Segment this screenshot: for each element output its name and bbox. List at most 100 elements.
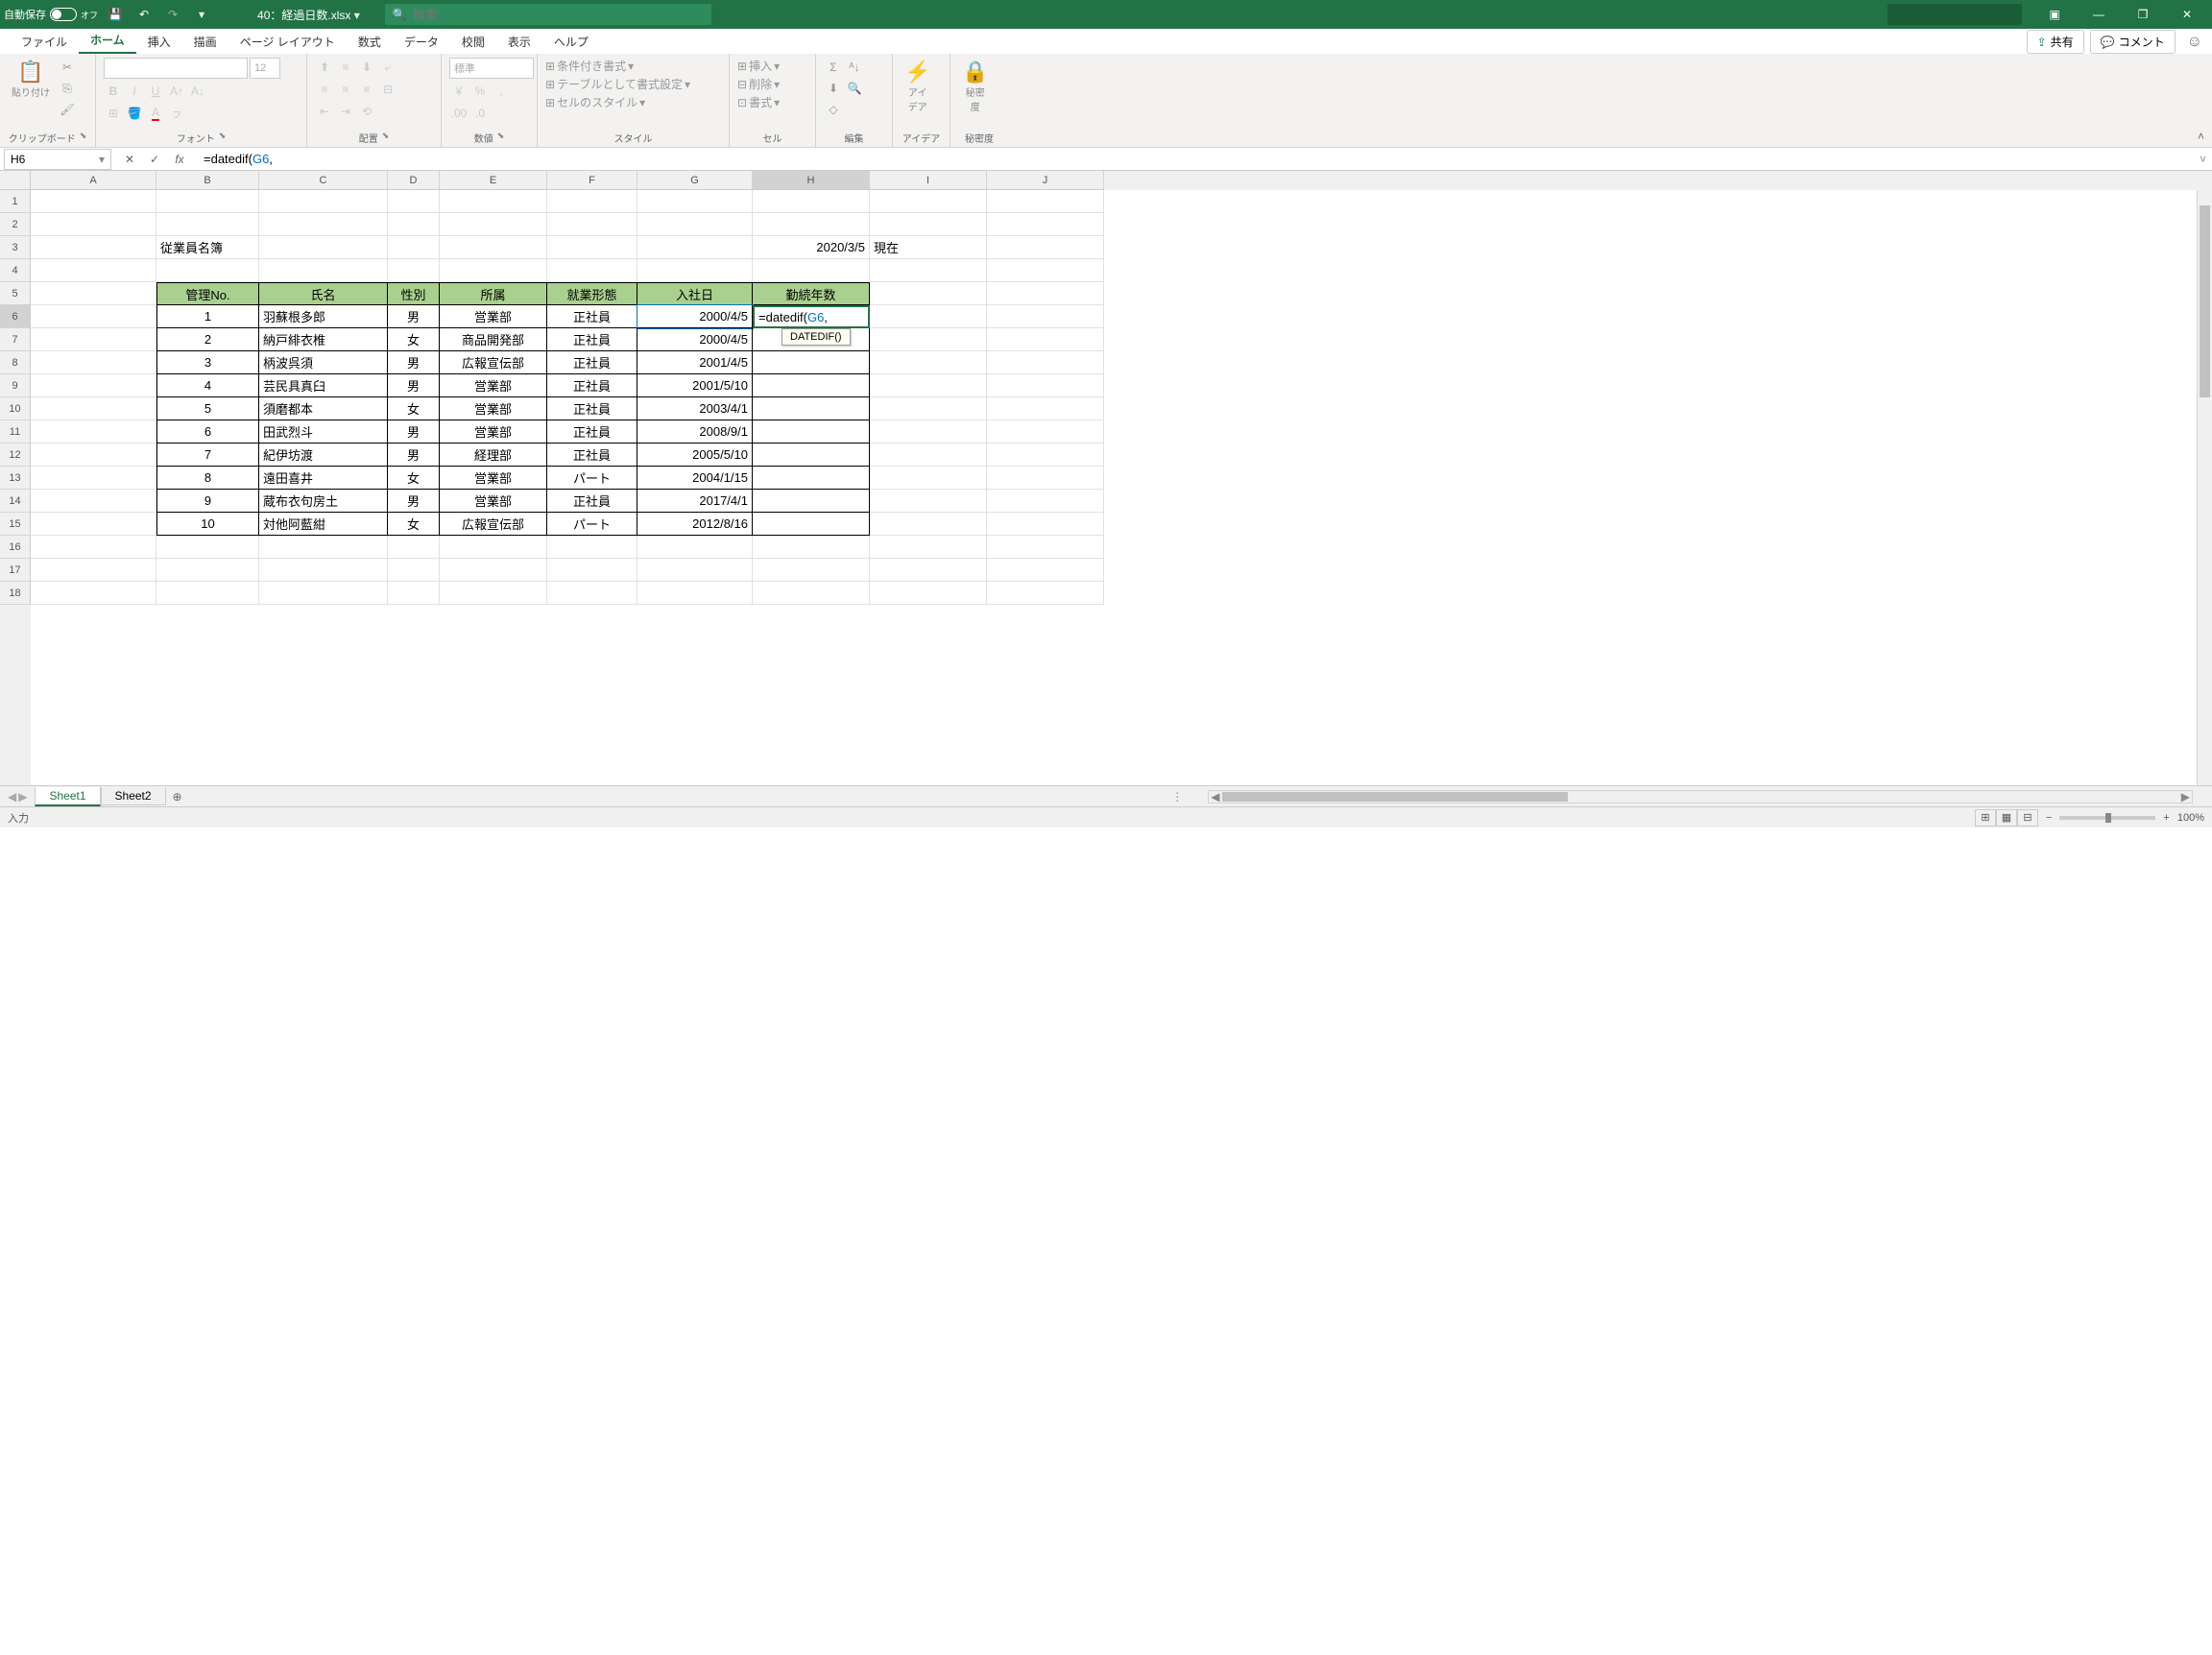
cell[interactable]: 2004/1/15 [637,467,753,490]
cell[interactable] [547,190,637,213]
cell[interactable]: 男 [388,374,440,397]
ribbon-display-icon[interactable]: ▣ [2033,0,2076,29]
cell[interactable]: 営業部 [440,467,547,490]
row-header-18[interactable]: 18 [0,582,31,605]
cell[interactable] [987,467,1104,490]
increase-indent-icon[interactable]: ⇥ [336,102,355,121]
cell[interactable] [753,374,870,397]
zoom-slider[interactable] [2059,816,2155,820]
cell[interactable]: 2000/4/5 [637,328,753,351]
italic-icon[interactable]: I [125,82,144,101]
cell[interactable] [753,582,870,605]
cell[interactable] [870,190,987,213]
cell[interactable] [31,213,156,236]
cell[interactable]: 9 [156,490,259,513]
cell[interactable] [753,351,870,374]
formula-cancel-icon[interactable]: ✕ [119,149,140,170]
fill-icon[interactable]: ⬇ [824,79,843,98]
find-icon[interactable]: 🔍 [845,79,864,98]
cell[interactable] [388,559,440,582]
cell[interactable] [870,259,987,282]
tab-file[interactable]: ファイル [10,30,79,54]
cell[interactable] [259,582,388,605]
cell[interactable] [753,467,870,490]
cell[interactable] [31,351,156,374]
cell[interactable]: 正社員 [547,490,637,513]
cell[interactable] [870,351,987,374]
tab-data[interactable]: データ [393,30,450,54]
cell[interactable] [987,397,1104,420]
cell[interactable] [870,282,987,305]
worksheet-grid[interactable]: 123456789101112131415161718 ABCDEFGHIJ 従… [0,171,2212,785]
cell[interactable] [547,259,637,282]
cell[interactable] [637,259,753,282]
add-sheet-icon[interactable]: ⊕ [166,790,189,804]
maximize-icon[interactable]: ❐ [2122,0,2164,29]
row-header-10[interactable]: 10 [0,397,31,420]
cell[interactable] [987,305,1104,328]
cell[interactable] [987,328,1104,351]
cell[interactable]: 女 [388,513,440,536]
cell[interactable] [31,259,156,282]
tab-page-layout[interactable]: ページ レイアウト [228,30,347,54]
cell[interactable] [388,236,440,259]
cell[interactable] [388,582,440,605]
cell[interactable] [31,559,156,582]
tab-help[interactable]: ヘルプ [542,30,600,54]
cell[interactable] [870,467,987,490]
cell[interactable] [987,190,1104,213]
tab-insert[interactable]: 挿入 [136,30,182,54]
search-input[interactable] [413,8,704,22]
select-all-corner[interactable] [0,171,31,190]
cell[interactable]: 正社員 [547,374,637,397]
cell[interactable] [259,259,388,282]
row-header-16[interactable]: 16 [0,536,31,559]
cell[interactable] [388,536,440,559]
row-header-5[interactable]: 5 [0,282,31,305]
cell[interactable]: 10 [156,513,259,536]
row-header-7[interactable]: 7 [0,328,31,351]
cell[interactable]: 所属 [440,282,547,305]
col-header-I[interactable]: I [870,171,987,190]
col-header-B[interactable]: B [156,171,259,190]
cell[interactable] [870,305,987,328]
horizontal-scrollbar[interactable]: ◀▶ [1208,790,2193,804]
cell[interactable]: 男 [388,420,440,444]
col-header-F[interactable]: F [547,171,637,190]
cell[interactable] [440,236,547,259]
cell[interactable]: =datedif(G6, [753,305,870,328]
col-header-D[interactable]: D [388,171,440,190]
row-header-9[interactable]: 9 [0,374,31,397]
cell[interactable]: 2020/3/5 [753,236,870,259]
wrap-text-icon[interactable]: ⤶ [378,58,397,77]
align-middle-icon[interactable]: ≡ [336,58,355,77]
cell[interactable] [388,190,440,213]
cell[interactable]: 女 [388,328,440,351]
row-header-15[interactable]: 15 [0,513,31,536]
cell[interactable] [388,259,440,282]
comma-icon[interactable]: , [492,82,511,101]
cell[interactable] [31,328,156,351]
normal-view-icon[interactable]: ⊞ [1975,809,1996,827]
format-as-table-button[interactable]: ⊞ テーブルとして書式設定 ▾ [545,76,690,92]
cell[interactable]: 紀伊坊渡 [259,444,388,467]
close-icon[interactable]: ✕ [2166,0,2208,29]
row-header-4[interactable]: 4 [0,259,31,282]
cell[interactable] [870,513,987,536]
sheet-tab-sheet2[interactable]: Sheet2 [101,787,166,805]
cell[interactable] [753,420,870,444]
insert-cells-button[interactable]: ⊞ 挿入 ▾ [737,58,780,74]
sensitivity-button[interactable]: 🔒秘密 度 [958,58,992,115]
col-header-G[interactable]: G [637,171,753,190]
col-header-A[interactable]: A [31,171,156,190]
cell[interactable] [31,536,156,559]
cell[interactable]: 3 [156,351,259,374]
merge-icon[interactable]: ⊟ [378,80,397,99]
align-left-icon[interactable]: ≡ [315,80,334,99]
cell[interactable] [870,490,987,513]
cell[interactable]: 蔵布衣句房土 [259,490,388,513]
cell[interactable] [31,236,156,259]
cell[interactable]: 2008/9/1 [637,420,753,444]
cell[interactable]: 女 [388,467,440,490]
cell[interactable] [440,582,547,605]
